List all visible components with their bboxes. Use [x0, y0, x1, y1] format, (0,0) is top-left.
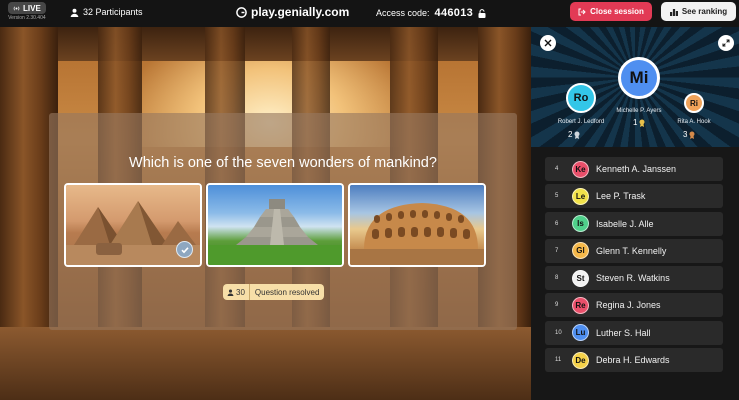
- ranking-row[interactable]: 9 Re Regina J. Jones: [545, 293, 723, 318]
- user-icon: [70, 8, 79, 17]
- access-code: Access code: 446013: [376, 7, 486, 19]
- ranking-row[interactable]: 10 Lu Luther S. Hall: [545, 320, 723, 345]
- podium-avatar-third: Ri: [684, 93, 704, 113]
- lock-icon[interactable]: [478, 8, 486, 18]
- podium-avatar-first: Mi: [618, 57, 660, 99]
- ranking-position: 11: [555, 357, 562, 364]
- podium-rank-first: 1: [633, 118, 645, 127]
- medal-icon: [639, 119, 645, 127]
- correct-answer-check: [176, 241, 193, 258]
- background-floor: [0, 327, 531, 400]
- colosseum-image: [350, 185, 484, 265]
- avatar: St: [572, 269, 589, 287]
- session-url: play.genially.com: [236, 5, 349, 19]
- responses-count-value: 30: [236, 287, 245, 297]
- participant-name: Steven R. Watkins: [596, 273, 670, 284]
- ranking-row[interactable]: 7 Gl Glenn T. Kennelly: [545, 238, 723, 263]
- medal-icon: [689, 131, 695, 139]
- close-panel-button[interactable]: [540, 35, 556, 51]
- colosseum-illustration: [350, 203, 484, 265]
- participant-name: Luther S. Hall: [596, 327, 651, 338]
- question-status-label: Question resolved: [254, 287, 320, 297]
- podium-name-third: Rita A. Hook: [677, 119, 711, 125]
- avatar: Ke: [572, 160, 589, 178]
- question-text: Which is one of the seven wonders of man…: [129, 155, 437, 171]
- background-lintel: [0, 27, 531, 61]
- participant-name: Glenn T. Kennelly: [596, 245, 667, 256]
- avatar: Le: [572, 187, 589, 205]
- ranking-position: 6: [555, 220, 559, 227]
- participant-name: Regina J. Jones: [596, 300, 661, 311]
- ranking-panel: Mi Michelle P. Ayers 1 Ro Robert J. Ledf…: [531, 27, 739, 400]
- podium-rank-first-number: 1: [633, 118, 638, 127]
- live-indicator: LIVE Version 2.30.404: [8, 2, 46, 21]
- participants-count: 32 Participants: [70, 7, 143, 17]
- question-status-badge: 30 Question resolved: [223, 284, 325, 300]
- see-ranking-label: See ranking: [681, 7, 728, 16]
- participant-name: Lee P. Trask: [596, 191, 646, 202]
- broadcast-icon: [13, 6, 20, 10]
- avatar: Lu: [572, 324, 589, 342]
- ranking-row[interactable]: 6 Is Isabelle J. Alle: [545, 211, 723, 236]
- see-ranking-button[interactable]: See ranking: [661, 2, 736, 21]
- avatar: De: [572, 351, 589, 369]
- ranking-row[interactable]: 5 Le Lee P. Trask: [545, 184, 723, 209]
- chichen-itza-image: [208, 185, 342, 265]
- ranking-row[interactable]: 11 De Debra H. Edwards: [545, 348, 723, 373]
- responses-count: 30: [223, 284, 250, 300]
- ranking-row[interactable]: 8 St Steven R. Watkins: [545, 266, 723, 291]
- genially-logo-icon: [236, 6, 247, 18]
- answer-option-chichen-itza[interactable]: [206, 183, 344, 267]
- ranking-list: 4 Ke Kenneth A. Janssen 5 Le Lee P. Trask 6 I…: [545, 157, 723, 375]
- ranking-position: 4: [555, 166, 559, 172]
- ranking-position: 10: [555, 329, 562, 336]
- ranking-position: 9: [555, 302, 559, 309]
- podium-rank-second-number: 2: [568, 130, 573, 139]
- check-icon: [180, 246, 189, 253]
- close-session-button[interactable]: Close session: [570, 2, 652, 21]
- user-icon: [227, 289, 234, 296]
- chichen-itza-illustration: [208, 199, 342, 265]
- access-code-label: Access code:: [376, 8, 430, 18]
- answer-options: [64, 183, 486, 267]
- podium-name-second: Robert J. Ledford: [557, 119, 605, 125]
- avatar: Gl: [572, 242, 589, 260]
- podium-name-first: Michelle P. Ayers: [616, 108, 662, 114]
- top-bar: LIVE Version 2.30.404 32 Participants pl…: [0, 0, 739, 27]
- podium-rank-third: 3: [683, 130, 695, 139]
- ranking-position: 5: [555, 193, 559, 200]
- podium-rank-third-number: 3: [683, 130, 688, 139]
- avatar: Is: [572, 215, 589, 233]
- live-badge: LIVE: [8, 2, 46, 14]
- podium-avatar-second: Ro: [566, 83, 596, 113]
- close-session-label: Close session: [590, 7, 644, 16]
- version-label: Version 2.30.404: [8, 15, 46, 21]
- ranking-position: 8: [555, 275, 559, 282]
- url-text: play.genially.com: [251, 5, 350, 19]
- expand-icon: [722, 39, 730, 47]
- question-card: Which is one of the seven wonders of man…: [49, 113, 517, 330]
- ranking-icon: [669, 8, 678, 16]
- ranking-position: 7: [555, 247, 559, 254]
- participant-name: Isabelle J. Alle: [596, 218, 654, 229]
- avatar: Re: [572, 296, 589, 314]
- exit-icon: [578, 8, 586, 15]
- ranking-row[interactable]: 4 Ke Kenneth A. Janssen: [545, 157, 723, 181]
- answer-option-colosseum[interactable]: [348, 183, 486, 267]
- podium-rank-second: 2: [568, 130, 580, 139]
- live-label: LIVE: [23, 3, 41, 13]
- answer-option-pyramids[interactable]: [64, 183, 202, 267]
- participant-name: Debra H. Edwards: [596, 355, 670, 366]
- access-code-value: 446013: [434, 7, 474, 19]
- medal-icon: [574, 131, 580, 139]
- participants-label: 32 Participants: [83, 7, 143, 17]
- participant-name: Kenneth A. Janssen: [596, 164, 677, 174]
- podium: Mi Michelle P. Ayers 1 Ro Robert J. Ledf…: [531, 27, 739, 147]
- presentation-screen: LIVE Version 2.30.404 32 Participants pl…: [0, 0, 739, 400]
- expand-panel-button[interactable]: [718, 35, 734, 51]
- close-icon: [544, 39, 552, 47]
